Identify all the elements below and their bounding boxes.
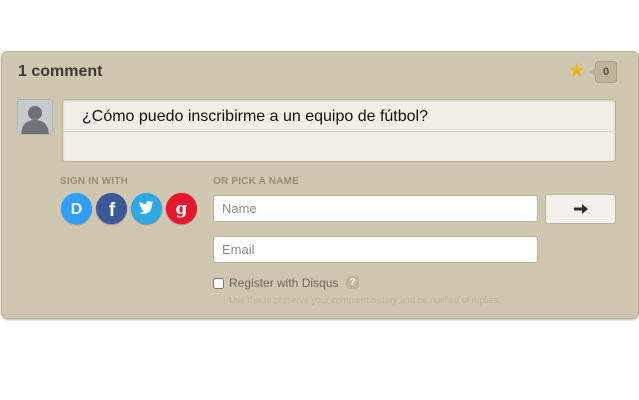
register-checkbox[interactable] (213, 278, 224, 289)
star-count-badge: 0 (590, 61, 617, 83)
name-field[interactable] (213, 195, 538, 222)
sign-in-label: SIGN IN WITH (60, 176, 128, 187)
twitter-login-button[interactable] (131, 193, 162, 224)
comment-textarea[interactable]: ¿Cómo puedo inscribirme a un equipo de f… (62, 99, 616, 162)
facebook-login-button[interactable]: f (96, 193, 127, 224)
comment-text: ¿Cómo puedo inscribirme a un equipo de f… (82, 108, 428, 125)
facebook-icon: f (96, 193, 127, 224)
email-field[interactable] (213, 236, 538, 263)
help-icon[interactable]: ? (346, 276, 359, 289)
svg-text:D: D (71, 201, 83, 218)
star-icon[interactable]: ★ (568, 61, 586, 81)
comment-box-divider (63, 131, 615, 132)
pick-name-label: OR PICK A NAME (213, 176, 299, 187)
user-silhouette-icon (18, 100, 52, 134)
twitter-icon (131, 193, 162, 224)
register-label[interactable]: Register with Disqus (229, 276, 338, 290)
arrow-right-icon (573, 204, 588, 214)
disqus-icon: D (61, 193, 92, 224)
submit-button[interactable] (545, 194, 616, 224)
svg-text:g: g (176, 199, 188, 219)
google-icon: g (166, 193, 197, 224)
google-login-button[interactable]: g (166, 193, 197, 224)
comment-panel: 1 comment ★ 0 ¿Cómo puedo inscribirme a … (1, 51, 639, 319)
svg-text:f: f (109, 200, 116, 221)
register-hint: Use this to preserve your comment histor… (229, 295, 501, 305)
disqus-login-button[interactable]: D (61, 193, 92, 224)
comment-count: 1 comment (18, 63, 103, 80)
avatar (17, 99, 53, 135)
